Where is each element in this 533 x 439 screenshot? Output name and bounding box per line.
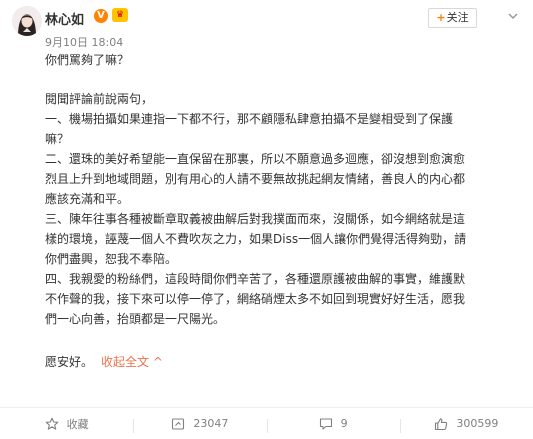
chevron-down-icon[interactable]: [507, 10, 519, 22]
repost-button[interactable]: 23047: [133, 417, 266, 433]
post-closing: 愿安好。: [45, 355, 94, 369]
vip-badge-icon: ♛: [112, 8, 128, 22]
favorite-button[interactable]: 收藏: [0, 416, 133, 432]
post-line: 你們罵夠了嘛？: [45, 53, 130, 67]
post-line: 你們盡興，恕我不奉陪。: [45, 252, 178, 266]
comment-icon: [319, 417, 332, 430]
post-timestamp[interactable]: 9月10日 18:04: [45, 34, 123, 50]
like-button[interactable]: 300599: [399, 417, 533, 433]
repost-icon: [172, 417, 185, 430]
plus-icon: +: [436, 11, 446, 24]
post-line: 一、機場拍攝如果連指一下都不行，那不顧隱私肆意拍攝不是變相受到了保護: [45, 112, 454, 126]
post-line: 應該充滿和平。: [45, 192, 130, 206]
repost-count: 23047: [193, 417, 229, 430]
star-icon: [45, 417, 58, 430]
username[interactable]: 林心如: [45, 9, 84, 28]
post-line: 樣的環境，誣蔑一個人不費吹灰之力，如果Diss一個人讓你們覺得活得夠勁，請: [45, 232, 467, 246]
post-content: 你們罵夠了嘛？ 閱聞評論前說兩句， 一、機場拍攝如果連指一下都不行，那不顧隱私肆…: [45, 50, 515, 372]
favorite-label: 收藏: [66, 417, 89, 431]
like-count: 300599: [456, 417, 499, 430]
avatar[interactable]: [12, 6, 42, 36]
post-line: 烈且上升到地域問題，別有用心的人請不要無故挑起網友情緒，善良人的内心都: [45, 172, 466, 186]
avatar-image: [12, 6, 42, 36]
post-line: 嘛？: [45, 132, 70, 146]
verified-badge-icon: V: [94, 9, 108, 23]
comment-count: 9: [340, 417, 348, 430]
post-line: 四、我親愛的粉絲們，這段時間你們辛苦了，各種還原護被曲解的事實，維護默: [45, 272, 466, 286]
follow-button[interactable]: +关注: [428, 8, 477, 28]
action-bar: 收藏 23047 9 300599: [0, 407, 533, 439]
follow-button-label: 关注: [446, 11, 469, 24]
post-line: 二、還珠的美好希望能一直保留在那裏，所以不願意過多迴應，卻沒想到愈演愈: [45, 152, 466, 166]
post-line: 不作聲的我，接下來可以停一停了，網絡硝煙太多不如回到現實好好生活，愿我: [45, 292, 466, 306]
post-closing-line: 愿安好。 收起全文 ^: [45, 352, 515, 372]
comment-button[interactable]: 9: [266, 417, 400, 433]
post-line: 們一心向善，抬頭都是一尺陽光。: [45, 312, 226, 326]
post-line: 三、陳年往事各種被斷章取義被曲解后對我撲面而來，沒關係，如今網絡就是這: [45, 212, 466, 226]
collapse-full-text-link[interactable]: 收起全文 ^: [101, 355, 163, 369]
thumbs-up-icon: [435, 417, 448, 430]
post-line: 閱聞評論前說兩句，: [45, 92, 154, 106]
